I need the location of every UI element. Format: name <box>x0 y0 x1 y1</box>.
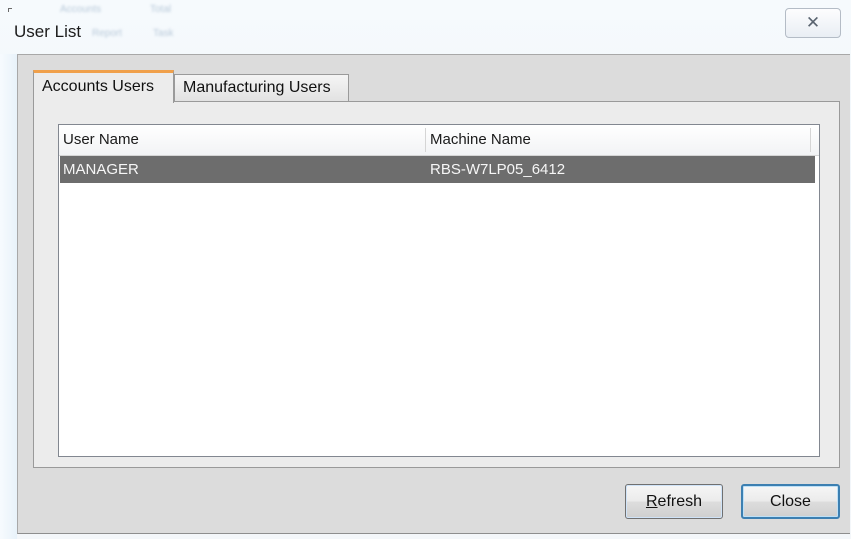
background-text: Accounts <box>60 4 102 15</box>
close-label: Close <box>770 492 811 510</box>
title-bar[interactable]: Accounts Total Report Task User List ✕ <box>0 0 851 54</box>
window-corner-mark <box>8 8 12 12</box>
refresh-button[interactable]: Refresh <box>625 484 723 519</box>
tab-accounts-users[interactable]: Accounts Users <box>33 70 174 103</box>
tab-label: Manufacturing Users <box>183 79 331 96</box>
cell-user-name: MANAGER <box>63 161 139 178</box>
background-text: Task <box>153 28 174 39</box>
window-title: User List <box>14 22 82 41</box>
close-icon: ✕ <box>805 13 821 32</box>
user-list-window: Accounts Total Report Task User List ✕ A… <box>0 0 851 539</box>
user-list-view[interactable]: User Name Machine Name MANAGER RBS-W7LP0… <box>58 124 820 457</box>
column-divider[interactable] <box>810 128 811 152</box>
tab-manufacturing-users[interactable]: Manufacturing Users <box>174 74 349 101</box>
column-header-machine-name[interactable]: Machine Name <box>430 131 531 148</box>
close-button[interactable]: Close <box>741 484 840 519</box>
list-header: User Name Machine Name <box>59 125 819 156</box>
background-text: Total <box>150 4 172 15</box>
refresh-label: efresh <box>657 492 703 510</box>
column-header-user-name[interactable]: User Name <box>63 131 139 148</box>
close-window-button[interactable]: ✕ <box>785 8 841 38</box>
refresh-accelerator: R <box>645 492 658 510</box>
background-text: Report <box>92 28 123 39</box>
column-divider[interactable] <box>425 128 426 152</box>
table-row[interactable]: MANAGER RBS-W7LP05_6412 <box>60 156 815 183</box>
button-bar <box>18 468 850 532</box>
cell-machine-name: RBS-W7LP05_6412 <box>430 161 566 178</box>
window-left-edge <box>0 54 17 539</box>
tab-label: Accounts Users <box>42 78 155 95</box>
